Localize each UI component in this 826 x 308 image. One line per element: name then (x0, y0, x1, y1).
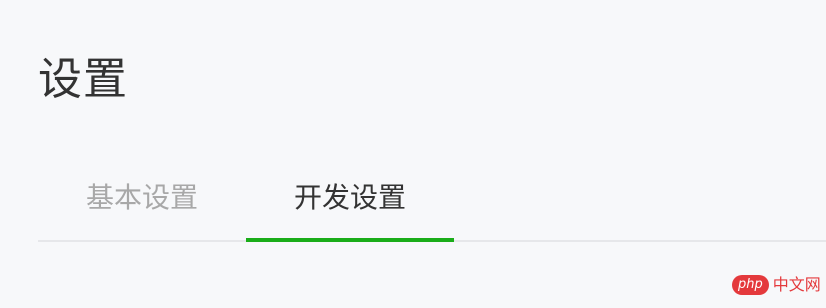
page-title: 设置 (38, 54, 128, 105)
tab-dev-settings-label: 开发设置 (293, 181, 406, 214)
watermark-text: 中文网 (772, 275, 821, 294)
tab-dev-settings[interactable]: 开发设置 (246, 170, 454, 242)
tab-bar: 基本设置 开发设置 (38, 170, 826, 242)
tab-basic-settings[interactable]: 基本设置 (38, 170, 246, 240)
watermark-logo: php 中文网 (732, 275, 821, 295)
active-tab-indicator (246, 238, 454, 242)
watermark-badge: php (732, 275, 769, 295)
